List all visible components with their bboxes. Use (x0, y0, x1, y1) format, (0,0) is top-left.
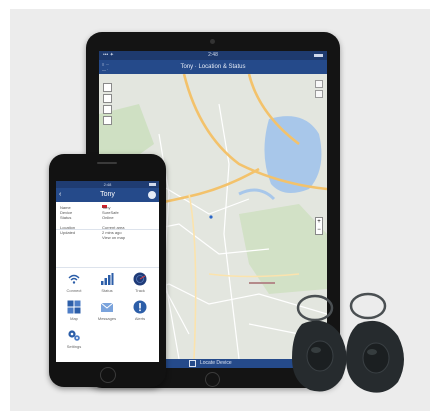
mail-icon (100, 302, 114, 312)
tile-settings[interactable]: Settings (58, 328, 90, 354)
alert-icon (133, 300, 147, 314)
tile-alerts[interactable]: Alerts (124, 300, 156, 326)
tile-track[interactable]: Track (124, 272, 156, 298)
tile-map[interactable]: Map (58, 300, 90, 326)
phone-home-button[interactable] (100, 367, 116, 383)
device-info: Name Tony Device SureSafe Status Online Loc… (60, 205, 156, 240)
device-location-marker (209, 215, 213, 219)
map-tool-1[interactable] (103, 83, 112, 92)
map-layer-controls (315, 80, 323, 100)
map-tool-4[interactable] (103, 116, 112, 125)
tile-label: Settings (66, 344, 82, 349)
tile-connect[interactable]: Connect (58, 272, 90, 298)
divider (56, 229, 159, 230)
menu-line-2: — · (102, 67, 109, 72)
phone-device: 2:48 ‹ Tony Name Tony Device SureSafe Stat… (49, 154, 166, 387)
map-tool-3[interactable] (103, 105, 112, 114)
signal-bars-icon (101, 273, 114, 285)
keyfob-pair (292, 292, 404, 393)
phone-status-bar: 2:48 (56, 181, 159, 188)
tile-messages[interactable]: Messages (91, 300, 123, 326)
lake-shape (264, 116, 322, 193)
grid-map-icon (67, 300, 81, 314)
map-tool-2[interactable] (103, 94, 112, 103)
tile-status[interactable]: Status (91, 272, 123, 298)
map-tools (103, 83, 112, 127)
zoom-control[interactable]: + − (315, 217, 323, 235)
phone-speaker (97, 162, 117, 164)
tablet-status-bar: ••• ✦ 2:48 (99, 51, 327, 60)
info-value: View on map (102, 235, 126, 240)
gears-icon (68, 330, 80, 341)
tablet-home-button[interactable] (205, 372, 220, 387)
layers-button[interactable] (315, 80, 323, 88)
tile-label: Alerts (134, 316, 146, 321)
menu-button[interactable]: ≡ ··· — · (102, 62, 109, 72)
tablet-title-bar: ≡ ··· — · Tony · Location & Status (99, 60, 327, 74)
tile-label: Connect (66, 288, 82, 293)
tile-label: Track (135, 288, 145, 293)
tile-label: Messages (97, 316, 117, 321)
divider (56, 267, 159, 268)
key-ring-right (349, 292, 387, 320)
radar-icon (133, 272, 147, 286)
locate-icon (189, 360, 196, 367)
alert-icon[interactable] (148, 191, 156, 199)
battery-icon (149, 183, 156, 186)
battery-icon (314, 54, 323, 57)
tablet-camera (210, 39, 215, 44)
wifi-icon (68, 274, 80, 284)
phone-screen: 2:48 ‹ Tony Name Tony Device SureSafe Stat… (56, 181, 159, 362)
phone-header: ‹ Tony (56, 188, 159, 202)
back-button[interactable]: ‹ (59, 188, 61, 202)
bottom-label: Locate Device (200, 360, 232, 366)
tablet-title: Tony · Location & Status (180, 64, 246, 70)
locate-button[interactable] (315, 90, 323, 98)
product-photo: ••• ✦ 2:48 ≡ ··· — · Tony · Location & S… (0, 0, 439, 420)
phone-title: Tony (100, 191, 115, 198)
phone-status-time: 2:48 (103, 182, 112, 187)
status-time: 2:48 (208, 52, 218, 58)
tile-label: Map (70, 316, 78, 321)
info-row: View on map (60, 235, 156, 240)
tile-label: Status (101, 288, 113, 293)
key-ring-left (296, 294, 334, 322)
